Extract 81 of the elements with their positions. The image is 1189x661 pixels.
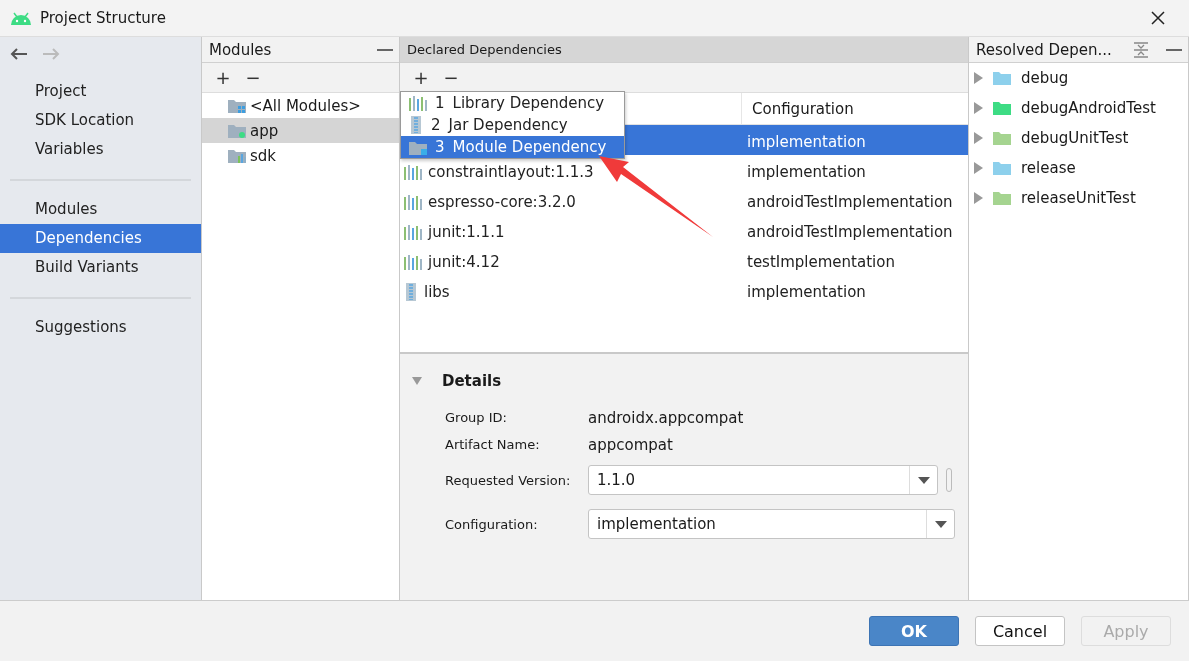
configuration-cell-text: implementation — [746, 133, 867, 151]
dropdown-arrow-icon — [934, 520, 947, 528]
variant-item[interactable]: release — [969, 153, 1188, 183]
jar-icon — [409, 116, 423, 134]
sidebar-item[interactable]: Modules — [0, 195, 201, 224]
modules-folder-icon — [228, 98, 246, 113]
library-icon — [409, 95, 427, 111]
library-icon — [404, 224, 422, 240]
field-label: Configuration: — [445, 516, 539, 532]
cancel-button[interactable]: Cancel — [975, 616, 1065, 646]
field-value: androidx.appcompat — [588, 408, 744, 427]
column-header[interactable]: Configuration — [741, 93, 968, 124]
sidebar-item[interactable]: SDK Location — [0, 106, 201, 135]
variant-item[interactable]: debugAndroidTest — [969, 93, 1188, 123]
sidebar-item[interactable]: Variables — [0, 135, 201, 164]
expand-triangle-icon[interactable] — [973, 162, 983, 174]
back-arrow-icon[interactable] — [10, 48, 28, 60]
dependency-row[interactable]: espresso-core:3.2.0 androidTestImplementation — [400, 185, 968, 215]
dependency-name: junit:4.12 — [428, 253, 500, 271]
panel-title: Resolved Depen... — [976, 40, 1113, 59]
panel-title: Modules — [209, 40, 273, 59]
dependency-name: junit:1.1.1 — [428, 223, 505, 241]
menu-item[interactable]: 2 Jar Dependency — [401, 114, 624, 136]
variant-item[interactable]: releaseUnitTest — [969, 183, 1188, 213]
close-icon[interactable] — [1151, 11, 1165, 25]
dependency-row[interactable]: constraintlayout:1.1.3 implementation — [400, 155, 968, 185]
module-item[interactable]: sdk — [202, 143, 399, 168]
minimize-icon[interactable] — [377, 48, 393, 51]
expand-triangle-icon[interactable] — [973, 192, 983, 204]
configuration-cell-text: implementation — [746, 163, 867, 181]
add-button[interactable]: + — [210, 64, 236, 91]
library-icon — [404, 194, 422, 210]
module-item[interactable]: <All Modules> — [202, 93, 399, 118]
forward-arrow-icon[interactable] — [42, 48, 60, 60]
dependency-row[interactable]: junit:1.1.1 androidTestImplementation — [400, 215, 968, 245]
minimize-icon[interactable] — [1166, 48, 1182, 51]
sidebar-item[interactable]: Project — [0, 77, 201, 106]
field-label: Group ID: — [445, 410, 508, 425]
dropdown-arrow-icon — [917, 476, 930, 484]
android-logo-icon — [10, 11, 32, 25]
remove-button[interactable]: − — [240, 64, 266, 91]
collapse-all-icon[interactable] — [1134, 41, 1148, 58]
variant-item[interactable]: debugUnitTest — [969, 123, 1188, 153]
expand-triangle-icon[interactable] — [973, 72, 983, 84]
library-folder-icon — [228, 148, 246, 163]
app-folder-icon — [228, 123, 246, 138]
variant-item[interactable]: debug — [969, 63, 1188, 93]
sidebar-item[interactable]: Dependencies — [0, 224, 201, 253]
ok-button[interactable]: OK — [869, 616, 959, 646]
field-label: Artifact Name: — [445, 437, 541, 452]
remove-button[interactable]: − — [438, 64, 464, 91]
collapse-triangle-icon[interactable] — [412, 375, 422, 387]
module-item[interactable]: app — [202, 118, 399, 143]
library-icon — [404, 254, 422, 270]
dependency-name: libs — [424, 283, 450, 301]
dependency-name: espresso-core:3.2.0 — [428, 193, 576, 211]
field-label: Requested Version: — [445, 472, 572, 488]
library-icon — [404, 164, 422, 180]
configuration-cell-text: androidTestImplementation — [746, 223, 954, 241]
jar-icon — [404, 283, 418, 301]
panel-title: Declared Dependencies — [407, 42, 563, 57]
sidebar-item[interactable]: Suggestions — [0, 313, 201, 342]
field-value: appcompat — [588, 435, 673, 454]
window-title: Project Structure — [40, 9, 167, 27]
module-folder-icon — [409, 139, 427, 155]
resize-grip[interactable] — [946, 468, 952, 492]
configuration-cell-text: implementation — [746, 283, 867, 301]
dependency-row[interactable]: junit:4.12 testImplementation — [400, 245, 968, 275]
add-button[interactable]: + — [408, 64, 434, 91]
expand-triangle-icon[interactable] — [973, 102, 983, 114]
menu-item[interactable]: 3 Module Dependency — [401, 136, 624, 158]
configuration-combo-box[interactable]: implementation — [588, 509, 955, 539]
dependency-name: constraintlayout:1.1.3 — [428, 163, 594, 181]
details-title: Details — [442, 372, 502, 390]
menu-item[interactable]: 1 Library Dependency — [401, 92, 624, 114]
dependency-row[interactable]: libs implementation — [400, 275, 968, 305]
sidebar-item[interactable]: Build Variants — [0, 253, 201, 282]
version-combo-box[interactable]: 1.1.0 — [588, 465, 938, 495]
configuration-cell-text: testImplementation — [746, 253, 896, 271]
expand-triangle-icon[interactable] — [973, 132, 983, 144]
configuration-cell-text: androidTestImplementation — [746, 193, 954, 211]
